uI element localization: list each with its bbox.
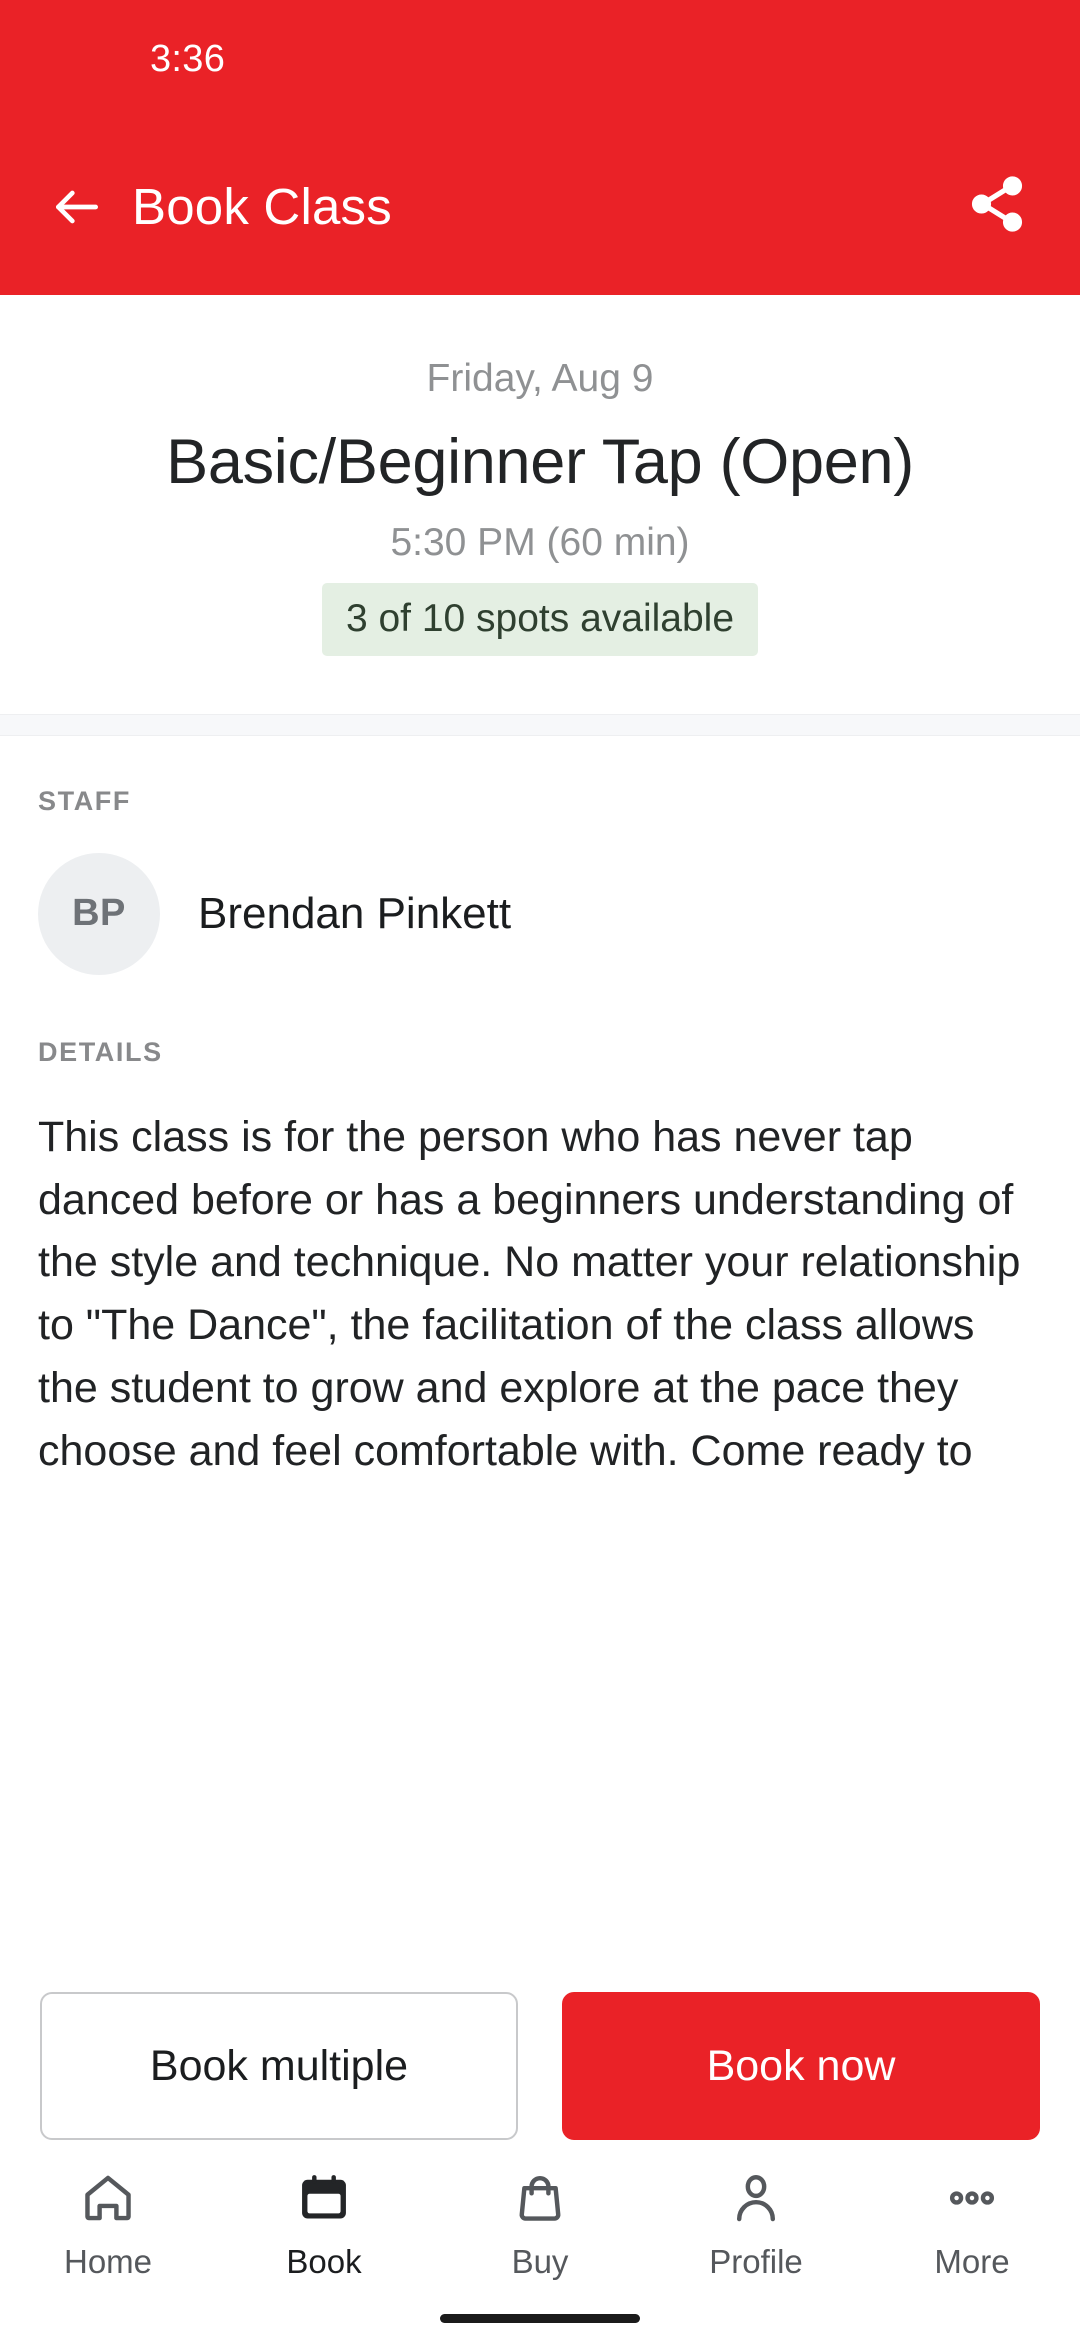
avatar: BP — [38, 852, 160, 975]
nav-label-home: Home — [63, 2243, 153, 2280]
class-date: Friday, Aug 9 — [426, 357, 654, 400]
status-bar-clock: 3:36 — [150, 37, 226, 80]
status-badge: 3 of 10 spots available — [321, 582, 759, 656]
staff-row[interactable]: BP Brendan Pinkett — [38, 852, 1042, 975]
nav-item-home[interactable]: Home — [0, 2167, 216, 2281]
nav-label-more: More — [934, 2243, 1010, 2280]
action-bar: Book multiple Book now — [0, 1992, 1080, 2140]
section-divider — [0, 713, 1080, 736]
book-multiple-button[interactable]: Book multiple — [40, 1992, 518, 2140]
share-icon — [966, 173, 1028, 240]
spots-badge-wrapper: 3 of 10 spots available — [40, 582, 1040, 656]
avatar-initials: BP — [72, 892, 126, 935]
home-indicator[interactable] — [440, 2313, 640, 2323]
share-button[interactable] — [960, 170, 1034, 244]
home-indicator-area — [0, 2296, 1080, 2340]
arrow-left-icon — [49, 179, 105, 235]
details-section-label: DETAILS — [38, 1036, 163, 1067]
details-description: This class is for the person who has nev… — [38, 1112, 1021, 1475]
back-button[interactable] — [46, 176, 108, 238]
app-screen: 3:36 Book Class Friday, Aug 9 Basic/Begi… — [0, 0, 1080, 2340]
calendar-icon — [296, 2167, 352, 2229]
home-icon — [80, 2167, 136, 2229]
bag-icon — [512, 2167, 568, 2229]
class-summary: Friday, Aug 9 Basic/Beginner Tap (Open) … — [0, 295, 1080, 714]
staff-section-label: STAFF — [38, 785, 131, 816]
staff-name: Brendan Pinkett — [198, 888, 512, 938]
class-time: 5:30 PM (60 min) — [390, 520, 690, 564]
nav-item-profile[interactable]: Profile — [648, 2167, 864, 2281]
status-bar: 3:36 — [0, 0, 1080, 118]
nav-label-book: Book — [286, 2243, 362, 2280]
nav-label-profile: Profile — [709, 2243, 803, 2280]
nav-item-more[interactable]: More — [864, 2167, 1080, 2281]
dots-icon — [944, 2167, 1000, 2229]
app-bar: 3:36 Book Class — [0, 0, 1080, 295]
nav-item-book[interactable]: Book — [216, 2167, 432, 2281]
app-bar-row: Book Class — [0, 118, 1080, 295]
book-now-button[interactable]: Book now — [562, 1992, 1040, 2140]
page-title: Book Class — [132, 178, 392, 235]
person-icon — [728, 2167, 784, 2229]
nav-label-buy: Buy — [511, 2243, 569, 2280]
nav-item-buy[interactable]: Buy — [432, 2167, 648, 2281]
class-title: Basic/Beginner Tap (Open) — [166, 426, 914, 497]
content-area: STAFF BP Brendan Pinkett DETAILS This cl… — [0, 735, 1080, 1942]
